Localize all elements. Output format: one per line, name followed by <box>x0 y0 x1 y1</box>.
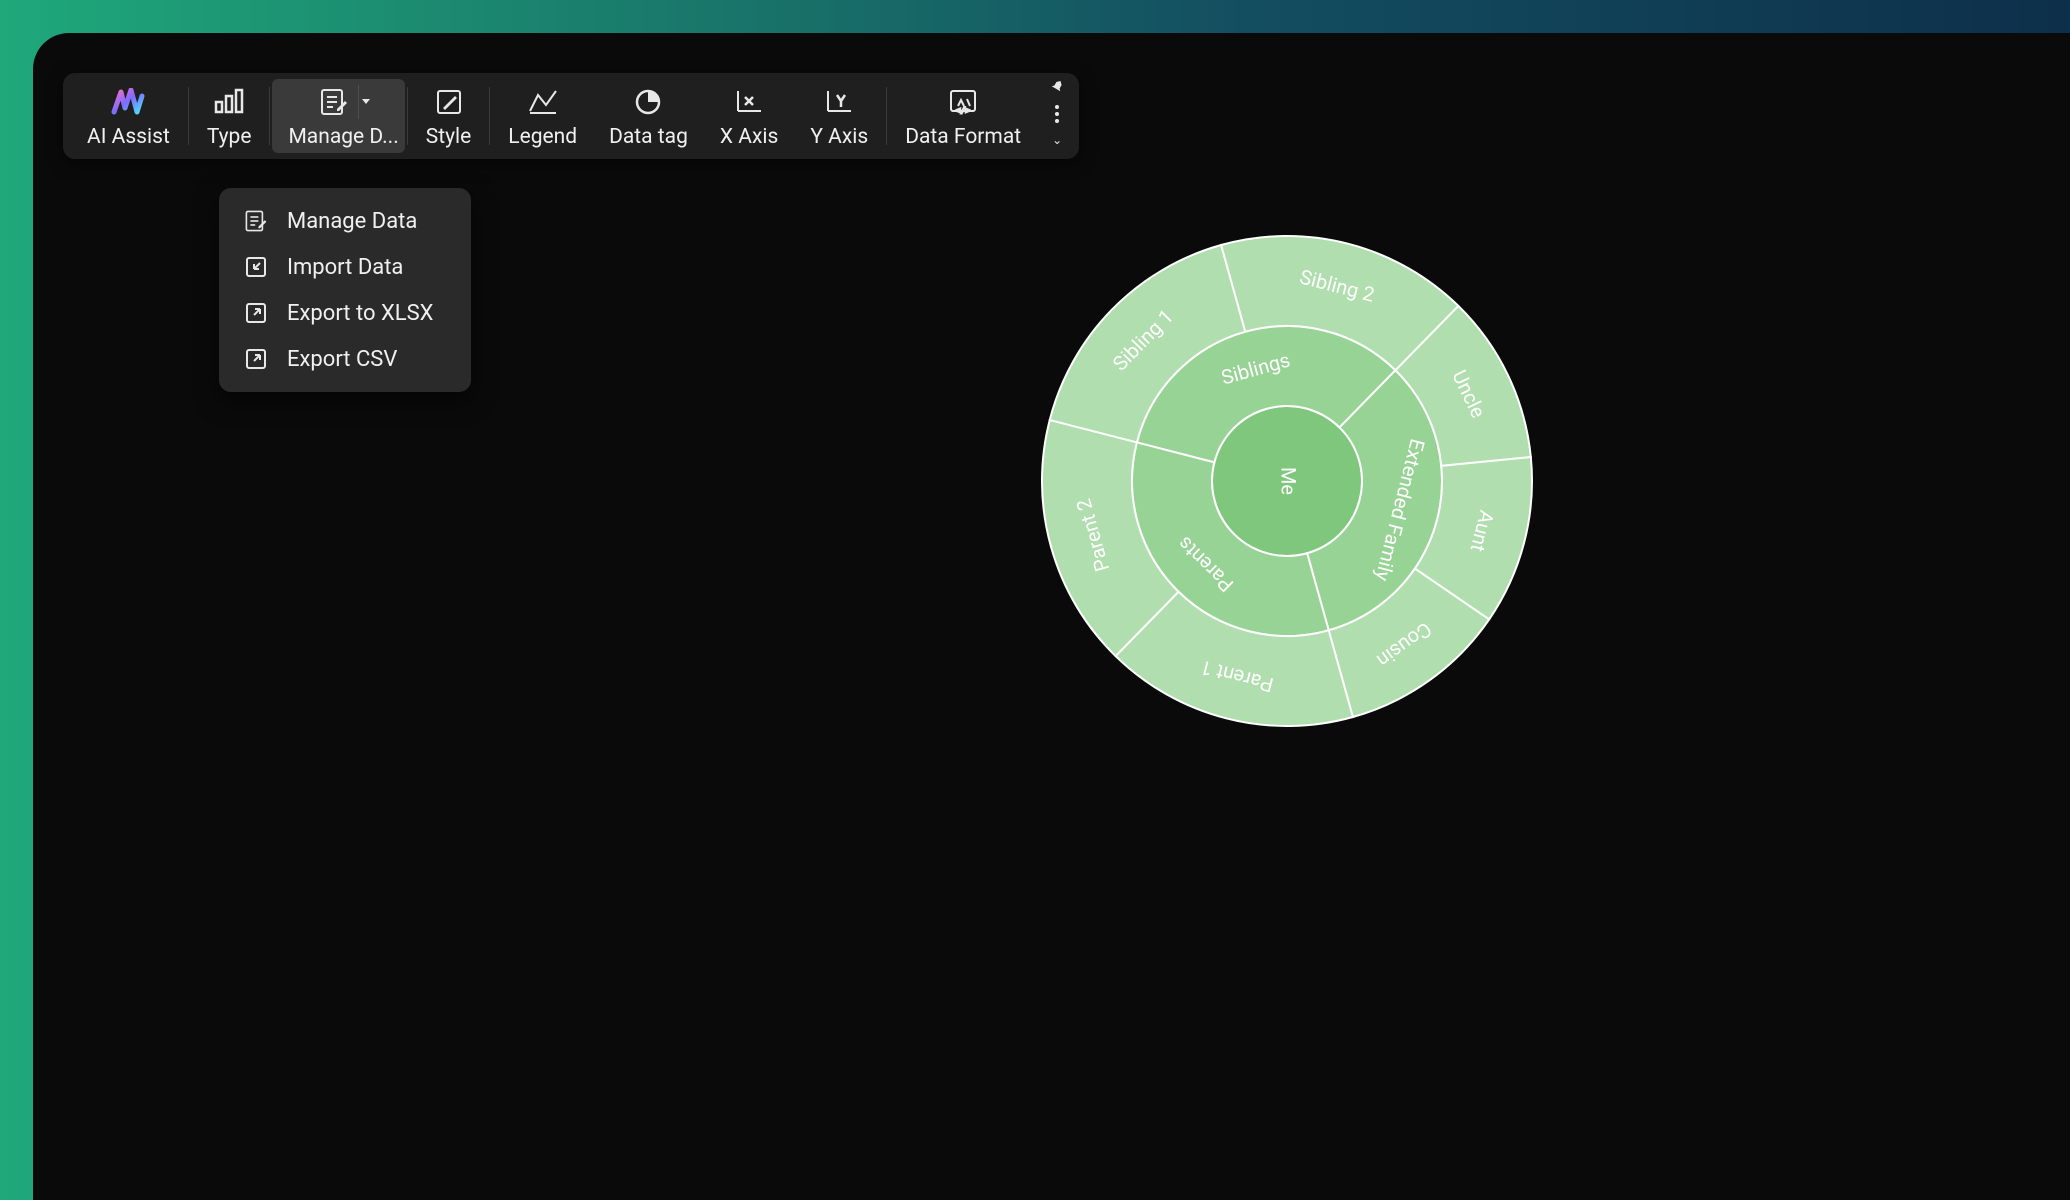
type-button[interactable]: Type <box>191 79 268 153</box>
data-format-icon: </> <box>943 85 983 119</box>
toolbar-item-label: Manage D... <box>288 125 398 149</box>
expand-icon[interactable]: ⌄ <box>1052 133 1062 147</box>
style-button[interactable]: Style <box>410 79 488 153</box>
legend-button[interactable]: Legend <box>492 79 593 153</box>
separator <box>269 87 270 145</box>
import-icon <box>243 254 269 280</box>
dropdown-item-label: Export CSV <box>287 347 397 372</box>
toolbar-item-label: Legend <box>508 125 577 149</box>
y-axis-icon <box>819 85 859 119</box>
export-icon <box>243 346 269 372</box>
pin-icon[interactable] <box>1049 79 1065 95</box>
toolbar-item-label: Y Axis <box>810 125 868 149</box>
dropdown-chevron[interactable] <box>358 85 374 119</box>
svg-text:</>: </> <box>956 106 971 115</box>
manage-data-button[interactable]: Manage D... <box>272 79 404 153</box>
dropdown-item-label: Manage Data <box>287 209 417 234</box>
toolbar-item-label: X Axis <box>720 125 778 149</box>
manage-data-icon <box>314 85 354 119</box>
data-tag-icon <box>628 85 668 119</box>
dropdown-item-export-xlsx[interactable]: Export to XLSX <box>219 290 471 336</box>
separator <box>188 87 189 145</box>
separator <box>886 87 887 145</box>
more-icon[interactable] <box>1054 104 1060 124</box>
chart-canvas[interactable]: MeSiblingsSibling 1Sibling 2Extended Fam… <box>533 231 2040 1200</box>
ai-assist-button[interactable]: AI Assist <box>71 79 186 153</box>
toolbar-item-label: Data Format <box>905 125 1021 149</box>
bar-chart-icon <box>209 85 249 119</box>
dropdown-item-label: Import Data <box>287 255 403 280</box>
dropdown-item-import-data[interactable]: Import Data <box>219 244 471 290</box>
data-format-button[interactable]: </> Data Format <box>889 79 1037 153</box>
manage-data-dropdown: Manage Data Import Data Export to XLSX <box>219 188 471 392</box>
separator <box>489 87 490 145</box>
manage-data-icon <box>243 208 269 234</box>
export-icon <box>243 300 269 326</box>
sunburst-chart[interactable]: MeSiblingsSibling 1Sibling 2Extended Fam… <box>1037 231 1537 731</box>
toolbar: AI Assist Type <box>63 73 1079 159</box>
ai-assist-icon <box>108 85 148 119</box>
x-axis-button[interactable]: X Axis <box>704 79 794 153</box>
toolbar-item-label: Style <box>426 125 472 149</box>
data-tag-button[interactable]: Data tag <box>593 79 704 153</box>
style-icon <box>429 85 469 119</box>
svg-text:Me: Me <box>1276 467 1300 495</box>
toolbar-item-label: Data tag <box>609 125 688 149</box>
dropdown-item-label: Export to XLSX <box>287 301 433 326</box>
separator <box>407 87 408 145</box>
legend-icon <box>523 85 563 119</box>
x-axis-icon <box>729 85 769 119</box>
app-window: AI Assist Type <box>33 33 2070 1200</box>
toolbar-item-label: Type <box>207 125 252 149</box>
y-axis-button[interactable]: Y Axis <box>794 79 884 153</box>
dropdown-item-export-csv[interactable]: Export CSV <box>219 336 471 382</box>
dropdown-item-manage-data[interactable]: Manage Data <box>219 198 471 244</box>
toolbar-item-label: AI Assist <box>87 125 170 149</box>
